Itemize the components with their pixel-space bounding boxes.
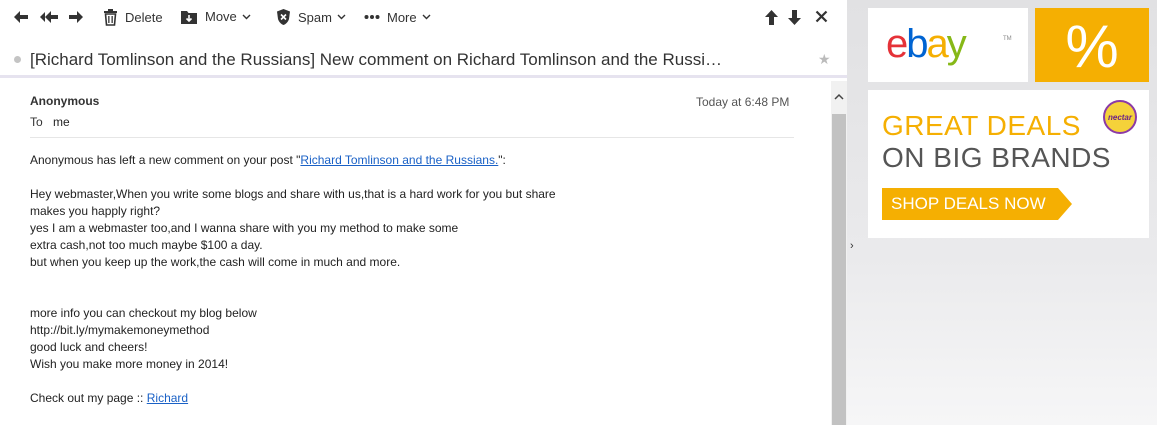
deal-headline-2: ON BIG BRANDS: [882, 142, 1111, 173]
sender-name[interactable]: Anonymous: [30, 94, 99, 108]
to-label: To: [30, 115, 43, 129]
message-time: Today at 6:48 PM: [696, 95, 790, 109]
trash-icon: [104, 9, 117, 26]
arrow-down-icon: [788, 10, 801, 25]
reply-button[interactable]: [12, 8, 30, 26]
post-link[interactable]: Richard Tomlinson and the Russians.: [300, 153, 498, 167]
forward-icon: [69, 11, 83, 23]
collapse-rail-icon[interactable]: ›: [850, 240, 854, 252]
close-icon: [815, 10, 828, 23]
move-button[interactable]: Move: [180, 8, 251, 25]
shield-icon: [277, 9, 290, 25]
trademark-mark: TM: [1003, 36, 1012, 42]
message-body: Anonymous has left a new comment on your…: [30, 152, 810, 407]
ebay-logo-ad[interactable]: ebay TM: [868, 8, 1028, 82]
star-icon[interactable]: ★: [818, 51, 831, 68]
spam-button[interactable]: Spam: [276, 8, 346, 26]
body-line: good luck and cheers!: [30, 340, 148, 354]
scroll-thumb[interactable]: [832, 114, 846, 425]
ebay-logo: ebay: [886, 22, 967, 66]
intro-suffix: ":: [498, 153, 506, 167]
forward-button[interactable]: [67, 8, 85, 26]
body-line: Wish you make more money in 2014!: [30, 357, 229, 371]
chevron-up-icon[interactable]: [834, 93, 844, 100]
mail-pane: Delete Move Spam More [Richard Tomlinson…: [0, 0, 847, 425]
shop-deals-button[interactable]: SHOP DEALS NOW: [882, 188, 1072, 220]
message-subject: [Richard Tomlinson and the Russians] New…: [30, 50, 722, 69]
body-line: makes you happly right?: [30, 204, 161, 218]
move-label: Move: [205, 9, 237, 24]
intro-prefix: Anonymous has left a new comment on your…: [30, 153, 301, 167]
ad-rail: › ebay TM % nectar GREAT DEALS ON BIG BR…: [847, 0, 1157, 425]
delete-label: Delete: [125, 9, 163, 25]
subject-bar: [Richard Tomlinson and the Russians] New…: [0, 38, 847, 78]
recipient[interactable]: me: [53, 115, 70, 129]
percent-ad[interactable]: %: [1035, 8, 1149, 82]
header-divider: [30, 137, 794, 138]
body-line: http://bit.ly/mymakemoneymethod: [30, 323, 210, 337]
nectar-badge: nectar: [1103, 100, 1137, 134]
arrow-up-icon: [765, 10, 778, 25]
deal-headline-1: GREAT DEALS: [882, 110, 1081, 141]
intro-line: Anonymous has left a new comment on your…: [30, 152, 810, 169]
chevron-down-icon: [422, 14, 431, 20]
next-message-button[interactable]: [787, 9, 802, 26]
delete-button[interactable]: Delete: [103, 8, 163, 26]
body-line: extra cash,not too much maybe $100 a day…: [30, 238, 263, 252]
footer-line: Check out my page :: Richard: [30, 390, 810, 407]
message-scrollbar[interactable]: [831, 81, 847, 425]
message-toolbar: Delete Move Spam More: [0, 0, 847, 36]
folder-move-icon: [181, 11, 197, 24]
chevron-down-icon: [242, 14, 251, 19]
body-line: but when you keep up the work,the cash w…: [30, 255, 401, 269]
message-body-pane: Anonymous Today at 6:48 PM To me Anonymo…: [0, 81, 831, 425]
shop-deals-label: SHOP DEALS NOW: [891, 194, 1046, 213]
body-line: Hey webmaster,When you write some blogs …: [30, 187, 556, 201]
more-label: More: [387, 9, 417, 25]
more-dots-icon: [364, 15, 380, 19]
more-button[interactable]: More: [364, 8, 431, 26]
reply-all-button[interactable]: [38, 8, 60, 26]
page-link[interactable]: Richard: [147, 391, 188, 405]
percent-icon: %: [1065, 13, 1119, 80]
deals-ad[interactable]: nectar GREAT DEALS ON BIG BRANDS SHOP DE…: [868, 90, 1149, 238]
body-line: yes I am a webmaster too,and I wanna sha…: [30, 221, 459, 235]
spam-label: Spam: [298, 9, 332, 25]
footer-prefix: Check out my page ::: [30, 391, 147, 405]
chevron-down-icon: [337, 14, 346, 20]
reply-icon: [14, 11, 28, 23]
unread-dot-icon[interactable]: [14, 56, 21, 63]
previous-message-button[interactable]: [764, 9, 779, 26]
close-button[interactable]: [815, 10, 828, 23]
body-line: more info you can checkout my blog below: [30, 306, 257, 320]
reply-all-icon: [40, 11, 58, 23]
